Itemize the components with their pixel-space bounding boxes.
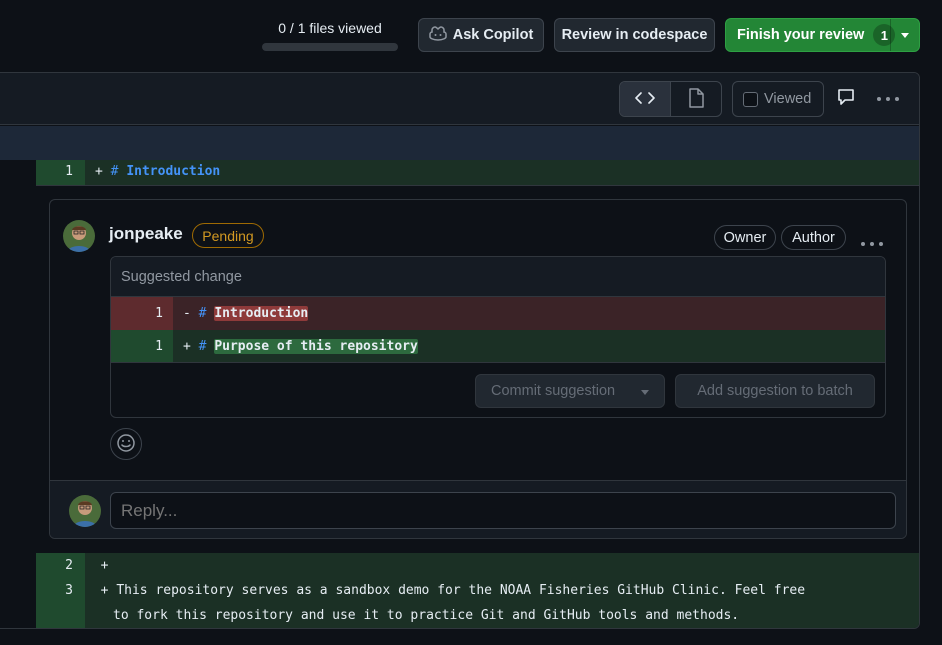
- hunk-header[interactable]: [0, 126, 919, 160]
- rich-view-button[interactable]: [671, 82, 721, 116]
- line-number[interactable]: 3: [36, 583, 85, 598]
- viewed-checkbox[interactable]: [743, 91, 758, 107]
- avatar: [69, 495, 101, 527]
- code-icon: [635, 91, 655, 108]
- files-viewed-bar: [262, 43, 398, 51]
- author-badge: Author: [781, 225, 846, 250]
- view-toggle: [619, 81, 722, 117]
- pending-comment-count: 1: [873, 24, 896, 46]
- line-code: + # Introduction: [95, 164, 221, 179]
- comment-icon[interactable]: [836, 87, 856, 110]
- comment-author[interactable]: jonpeake: [109, 224, 183, 244]
- review-in-codespace-label: Review in codespace: [561, 27, 708, 43]
- commit-suggestion-button[interactable]: Commit suggestion: [475, 374, 665, 408]
- diff-lines-bottom: 2 + 3 + This repository serves as a sand…: [36, 553, 919, 628]
- line-code: - # Introduction: [183, 306, 309, 321]
- reply-area: [50, 480, 906, 538]
- suggestion-removed-line: 1 - # Introduction: [111, 297, 885, 330]
- reply-input[interactable]: [110, 492, 896, 529]
- suggestion-added-line: 1 + # Purpose of this repository: [111, 330, 885, 363]
- suggested-change: Suggested change 1 - # Introduction 1 + …: [110, 256, 886, 418]
- finish-review-divider: [890, 19, 891, 51]
- status-badge: Pending: [192, 223, 264, 248]
- diff-line-1: 1 + # Introduction: [36, 160, 919, 186]
- ask-copilot-button[interactable]: Ask Copilot: [418, 18, 544, 52]
- diff-left-gutter: [0, 160, 36, 628]
- owner-badge: Owner: [714, 225, 776, 250]
- commit-suggestion-label: Commit suggestion: [491, 383, 616, 399]
- diff-line-3: 3 + This repository serves as a sandbox …: [36, 583, 805, 598]
- review-toolbar: 0 / 1 files viewed Ask Copilot Review in…: [0, 0, 942, 72]
- chevron-down-icon[interactable]: [641, 390, 649, 395]
- finish-review-label: Finish your review: [737, 27, 865, 43]
- line-number[interactable]: 2: [36, 558, 85, 573]
- suggestion-actions: Commit suggestion Add suggestion to batc…: [111, 363, 885, 417]
- file-icon: [688, 87, 704, 111]
- review-comment-thread: jonpeake Pending Owner Author Suggested …: [49, 199, 907, 539]
- add-to-batch-button[interactable]: Add suggestion to batch: [675, 374, 875, 408]
- avatar[interactable]: [63, 220, 95, 252]
- finish-review-button[interactable]: Finish your review 1: [725, 18, 920, 52]
- diff-line-3-wrap: to fork this repository and use it to pr…: [113, 608, 740, 623]
- ask-copilot-label: Ask Copilot: [452, 27, 534, 43]
- line-number: 1: [111, 330, 173, 362]
- review-in-codespace-button[interactable]: Review in codespace: [554, 18, 715, 52]
- files-viewed-label: 0 / 1 files viewed: [278, 20, 382, 36]
- suggested-change-header: Suggested change: [111, 257, 885, 297]
- kebab-icon[interactable]: [860, 234, 884, 250]
- viewed-label: Viewed: [764, 91, 812, 107]
- chevron-down-icon[interactable]: [901, 33, 909, 38]
- copilot-icon: [428, 25, 447, 45]
- file-header: Viewed: [0, 73, 919, 125]
- files-viewed-progress: 0 / 1 files viewed: [262, 20, 398, 51]
- add-to-batch-label: Add suggestion to batch: [697, 383, 853, 399]
- line-number: 1: [111, 297, 173, 330]
- file-diff-panel: Viewed 1 + # Introduction jonpeake Pendi…: [0, 72, 920, 629]
- line-number[interactable]: 1: [36, 160, 85, 185]
- diff-line-2: 2 +: [36, 558, 108, 573]
- viewed-toggle[interactable]: Viewed: [732, 81, 824, 117]
- source-view-button[interactable]: [620, 82, 671, 116]
- line-code: + # Purpose of this repository: [183, 339, 418, 354]
- kebab-icon[interactable]: [876, 89, 900, 105]
- add-reaction-button[interactable]: [110, 428, 142, 460]
- smiley-icon: [116, 433, 136, 456]
